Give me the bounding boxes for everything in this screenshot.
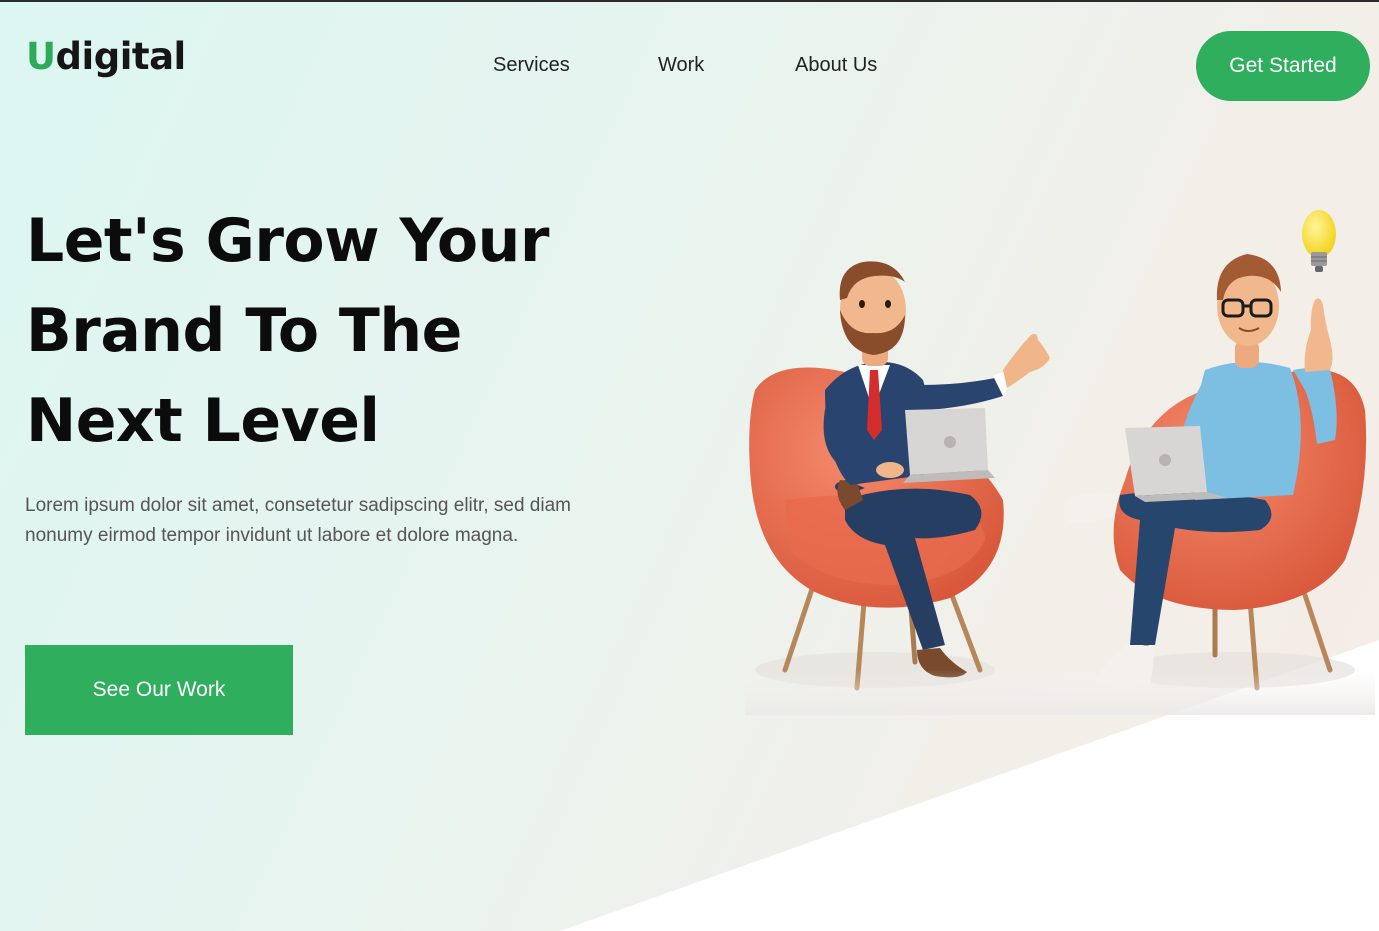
nav-about-us[interactable]: About Us (795, 54, 877, 77)
lightbulb-icon (1302, 210, 1336, 272)
hero-title-line-1: Let's Grow Your (26, 206, 549, 276)
hero-title-line-3: Next Level (26, 386, 380, 456)
hero-description: Lorem ipsum dolor sit amet, consetetur s… (25, 495, 571, 546)
hero-illustration (745, 210, 1375, 715)
nav-services[interactable]: Services (493, 54, 570, 77)
hero-title-line-2: Brand To The (26, 296, 462, 366)
nav-work[interactable]: Work (658, 54, 704, 77)
see-our-work-button[interactable]: See Our Work (25, 645, 293, 735)
young-man-figure (1064, 254, 1337, 690)
hero-title: Let's Grow Your Brand To The Next Level (26, 196, 666, 466)
main-nav: Services Work About Us (0, 54, 1379, 78)
get-started-button[interactable]: Get Started (1196, 31, 1370, 101)
businessman-figure (823, 261, 1050, 678)
